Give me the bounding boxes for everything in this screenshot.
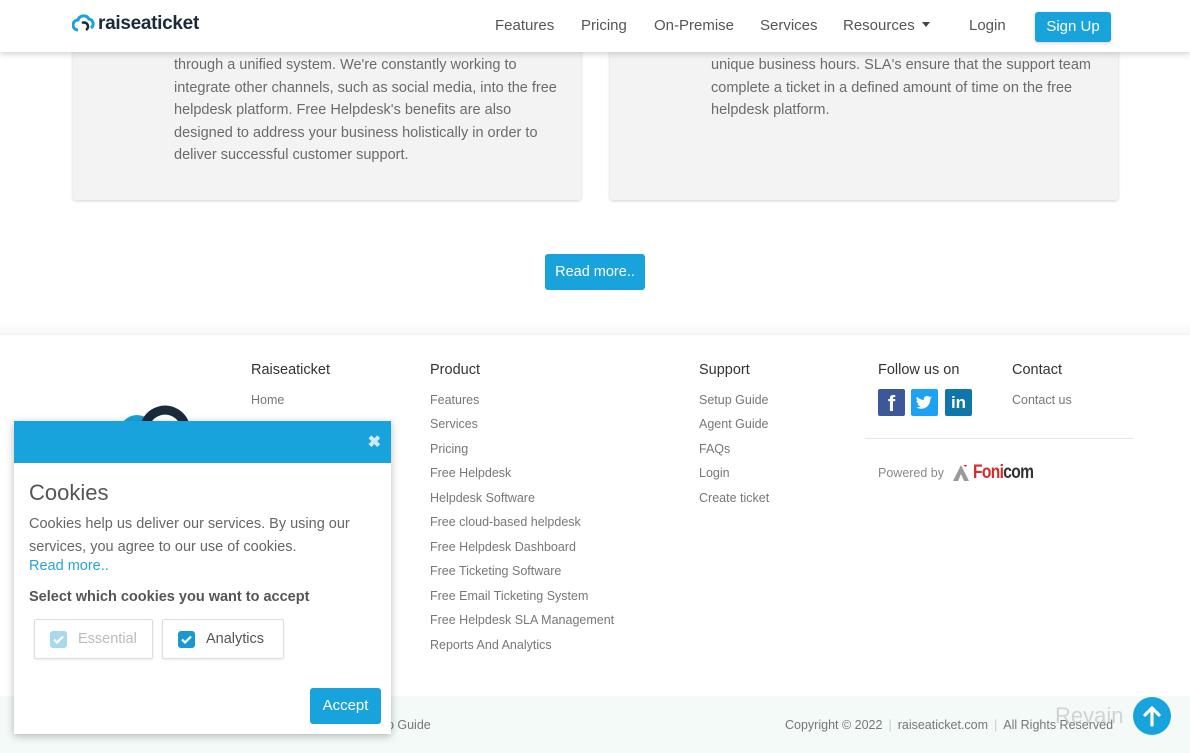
checkmark-icon — [53, 635, 64, 644]
footer-link[interactable]: Setup Guide — [699, 393, 769, 407]
caret-down-icon — [921, 21, 930, 27]
main-nav: Features Pricing On-Premise Services Res… — [0, 0, 1190, 52]
footer-link[interactable]: Agent Guide — [699, 417, 769, 431]
footer-link[interactable]: Reports And Analytics — [430, 638, 552, 652]
cookie-dialog-title: Cookies — [29, 480, 109, 505]
feature-card-text: unique business hours. SLA's ensure that… — [711, 57, 1092, 118]
cookie-option-essential: Essential — [34, 619, 153, 659]
checkmark-icon — [181, 635, 192, 644]
footer-link-contact-us[interactable]: Contact us — [1012, 393, 1072, 407]
footer-link[interactable]: Login — [699, 466, 730, 480]
fonicom-logo[interactable]: Fonicom — [952, 462, 1047, 484]
footer-col-title-support: Support — [699, 362, 750, 378]
feature-card-sla: unique business hours. SLA's ensure that… — [610, 30, 1118, 200]
analytics-label: Analytics — [206, 631, 265, 647]
footer-link[interactable]: Free Helpdesk SLA Management — [430, 613, 614, 627]
footer-link[interactable]: Create ticket — [699, 491, 769, 505]
fonicom-wordmark: Fonicom — [973, 462, 1034, 484]
linkedin-icon[interactable]: in — [945, 389, 972, 416]
copyright-text: Copyright © 2022 — [785, 718, 883, 732]
footer-col-title-contact: Contact — [1012, 362, 1062, 378]
site-header: raiseaticket Features Pricing On-Premise… — [0, 0, 1190, 52]
signup-button[interactable]: Sign Up — [1035, 12, 1111, 42]
cookie-option-analytics[interactable]: Analytics — [162, 619, 284, 659]
powered-by-label: Powered by — [878, 466, 945, 480]
footer-link[interactable]: Features — [430, 393, 479, 407]
nav-resources-dropdown[interactable]: Resources — [843, 17, 930, 34]
section-divider — [0, 320, 1190, 334]
nav-pricing[interactable]: Pricing — [581, 17, 627, 34]
cookie-select-label: Select which cookies you want to accept — [29, 589, 310, 605]
accept-cookies-button[interactable]: Accept — [310, 688, 381, 724]
essential-checkbox — [50, 630, 67, 648]
revain-watermark: Revain — [1055, 703, 1124, 728]
separator: | — [888, 718, 892, 732]
footer-col-title-product: Product — [430, 362, 480, 378]
footer-link[interactable]: Free Helpdesk — [430, 466, 511, 480]
footer-col-title-follow: Follow us on — [878, 362, 960, 378]
footer-link[interactable]: Free cloud-based helpdesk — [430, 515, 581, 529]
nav-services[interactable]: Services — [760, 17, 818, 34]
cookie-dialog-header: ✖ — [14, 421, 391, 463]
arrow-up-icon — [1143, 706, 1161, 727]
cookie-dialog: ✖ Cookies Cookies help us deliver our se… — [14, 421, 391, 734]
feature-card-channels: through a unified system. We're constant… — [73, 30, 581, 200]
footer-link[interactable]: FAQs — [699, 442, 730, 456]
cookie-read-more-link[interactable]: Read more.. — [29, 558, 109, 574]
footer-col-title-raiseaticket: Raiseaticket — [251, 362, 330, 378]
footer-divider — [865, 438, 1133, 439]
cookie-dialog-text: Cookies help us deliver our services. By… — [29, 516, 350, 555]
nav-resources-label: Resources — [843, 17, 915, 34]
footer-link[interactable]: Services — [430, 417, 478, 431]
footer-link[interactable]: Free Email Ticketing System — [430, 589, 588, 603]
feature-card-text: through a unified system. We're constant… — [174, 57, 557, 163]
scroll-to-top-button[interactable] — [1133, 697, 1171, 735]
copyright-domain: raiseaticket.com — [897, 718, 989, 732]
footer-link[interactable]: Helpdesk Software — [430, 491, 535, 505]
fonicom-mark-icon — [953, 465, 969, 481]
facebook-icon[interactable]: f — [878, 389, 905, 416]
twitter-icon[interactable] — [911, 389, 938, 416]
footer-link-home[interactable]: Home — [251, 393, 284, 407]
essential-label: Essential — [78, 631, 137, 647]
separator: | — [994, 718, 998, 732]
read-more-button[interactable]: Read more.. — [545, 254, 645, 290]
fonicom-wordmark-b: com — [1003, 462, 1034, 483]
nav-login[interactable]: Login — [969, 17, 1006, 34]
nav-features[interactable]: Features — [495, 17, 554, 34]
footer-link[interactable]: Pricing — [430, 442, 468, 456]
footer-link[interactable]: Free Helpdesk Dashboard — [430, 540, 576, 554]
analytics-checkbox[interactable] — [178, 630, 195, 648]
close-icon[interactable]: ✖ — [368, 432, 381, 452]
footer-link[interactable]: Free Ticketing Software — [430, 564, 561, 578]
nav-on-premise[interactable]: On-Premise — [654, 17, 734, 34]
twitter-bird-glyph — [916, 395, 932, 409]
fonicom-wordmark-a: Foni — [973, 462, 1004, 483]
